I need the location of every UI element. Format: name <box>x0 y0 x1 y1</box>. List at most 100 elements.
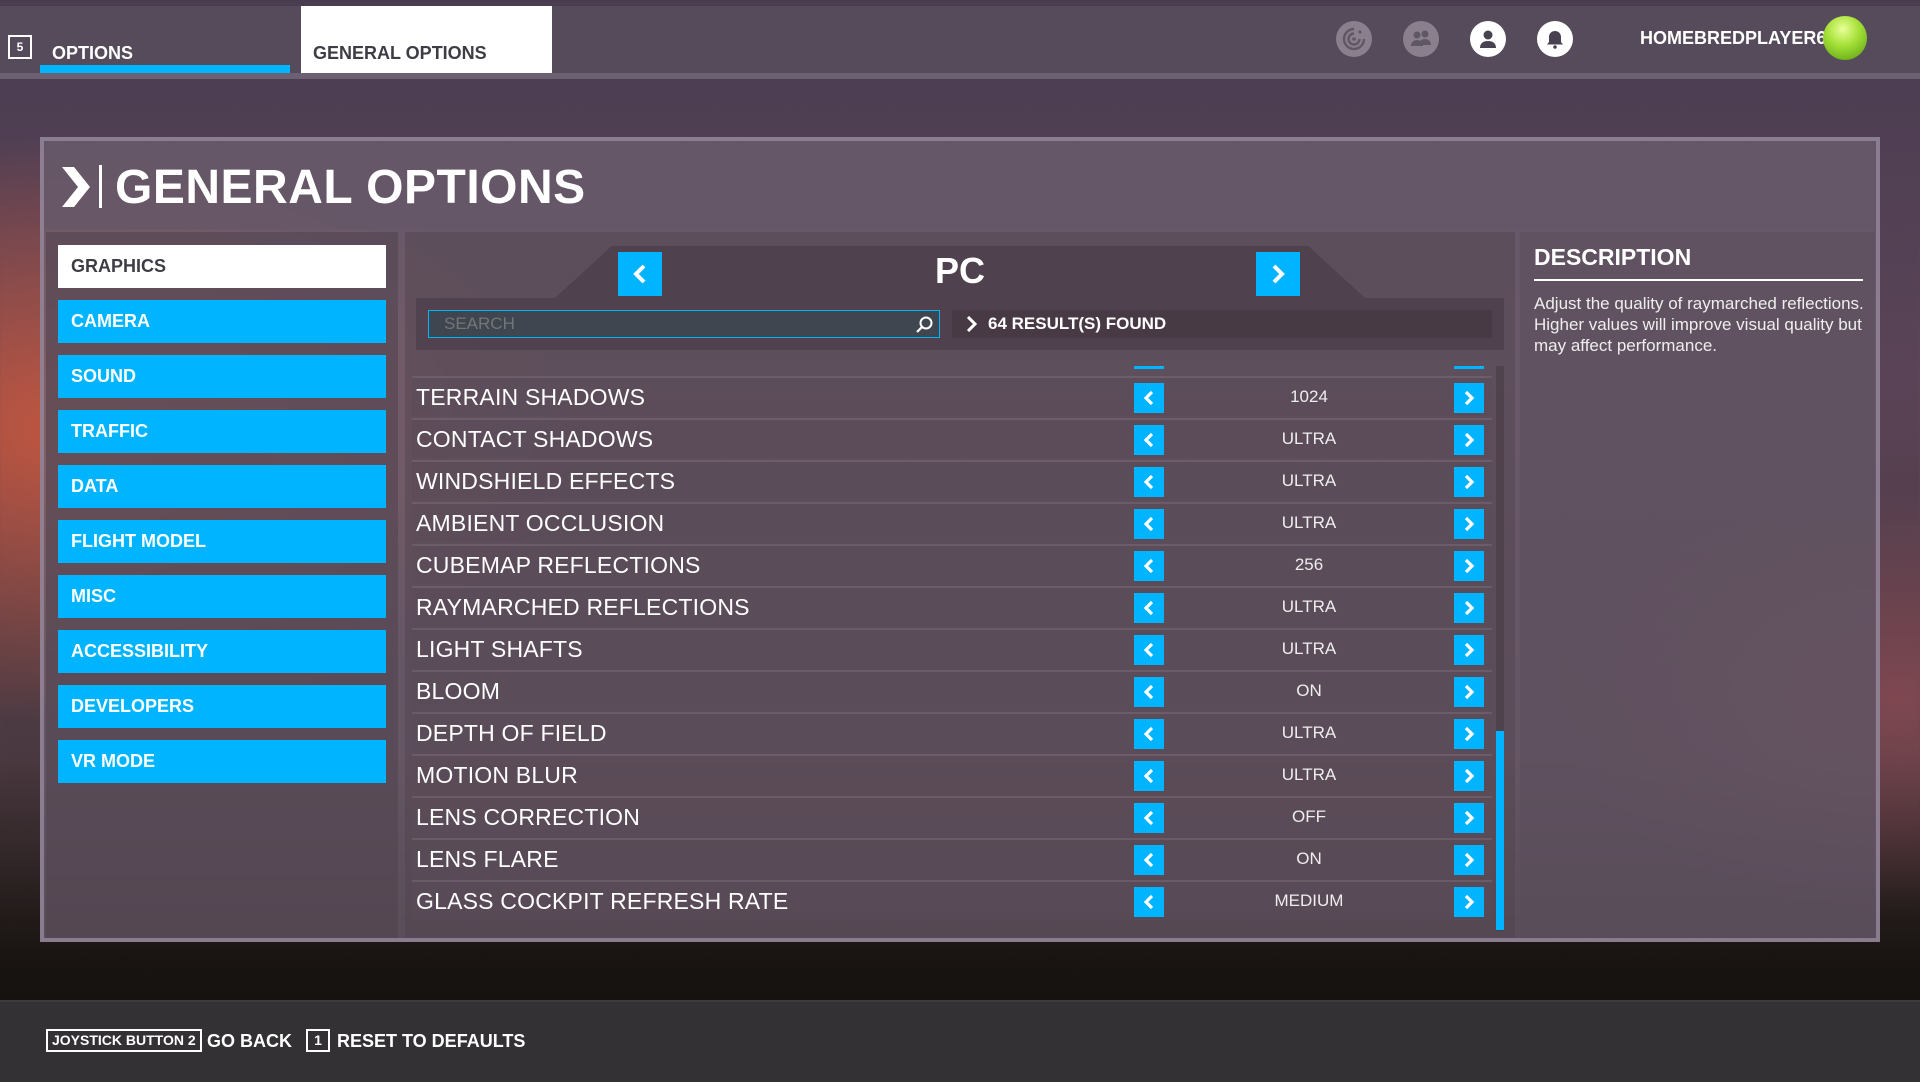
setting-increase-button[interactable] <box>1454 509 1484 539</box>
profile-icon[interactable] <box>1470 21 1506 57</box>
setting-increase-button[interactable] <box>1454 467 1484 497</box>
setting-row[interactable]: GLASS COCKPIT REFRESH RATE MEDIUM <box>412 880 1492 920</box>
results-count: 64 RESULT(S) FOUND <box>952 310 1492 338</box>
setting-label: RAYMARCHED REFLECTIONS <box>416 594 750 620</box>
sidebar-item-data[interactable]: DATA <box>58 465 386 508</box>
username[interactable]: HOMEBREDPLAYER6 <box>1640 28 1826 49</box>
tab-options[interactable]: OPTIONS <box>40 6 290 73</box>
title-chevron-icon <box>62 167 90 207</box>
sidebar-item-accessibility[interactable]: ACCESSIBILITY <box>58 630 386 673</box>
setting-row[interactable]: LENS CORRECTION OFF <box>412 796 1492 836</box>
description-title: DESCRIPTION <box>1534 244 1692 270</box>
setting-decrease-button[interactable] <box>1134 887 1164 917</box>
setting-value: MEDIUM <box>1274 891 1344 910</box>
preset-next-button[interactable] <box>1256 252 1300 296</box>
chevron-left-icon <box>633 264 646 284</box>
setting-label: CUBEMAP REFLECTIONS <box>416 552 701 578</box>
setting-label: AMBIENT OCCLUSION <box>416 510 665 536</box>
sidebar-item-camera[interactable]: CAMERA <box>58 300 386 343</box>
setting-decrease-button[interactable] <box>1134 803 1164 833</box>
chevron-left-icon <box>1143 390 1154 406</box>
setting-increase-button[interactable] <box>1454 719 1484 749</box>
setting-decrease-button[interactable] <box>1134 677 1164 707</box>
reset-to-defaults-button[interactable]: RESET TO DEFAULTS <box>337 1031 525 1052</box>
setting-increase-button[interactable] <box>1454 887 1484 917</box>
results-count-text: 64 RESULT(S) FOUND <box>988 314 1167 333</box>
setting-row[interactable]: BLOOM ON <box>412 670 1492 710</box>
setting-increase-button[interactable] <box>1454 425 1484 455</box>
setting-value: OFF <box>1292 807 1326 826</box>
notifications-bell-icon[interactable] <box>1537 21 1573 57</box>
scrollbar-thumb[interactable] <box>1496 731 1504 930</box>
chevron-left-icon <box>1143 432 1154 448</box>
chevron-right-icon <box>1464 810 1475 826</box>
setting-row[interactable]: CONTACT SHADOWS ULTRA <box>412 418 1492 458</box>
description-body: Adjust the quality of raymarched reflect… <box>1534 294 1864 355</box>
setting-decrease-button[interactable] <box>1134 845 1164 875</box>
setting-decrease-button[interactable] <box>1134 635 1164 665</box>
setting-label: MOTION BLUR <box>416 762 578 788</box>
setting-decrease-button[interactable] <box>1134 551 1164 581</box>
setting-decrease-button[interactable] <box>1134 719 1164 749</box>
setting-row[interactable]: TERRAIN SHADOWS 1024 <box>412 376 1492 416</box>
sidebar-item-traffic[interactable]: TRAFFIC <box>58 410 386 453</box>
list-top-indicator <box>1134 366 1164 369</box>
setting-increase-button[interactable] <box>1454 383 1484 413</box>
chevron-left-icon <box>1143 810 1154 826</box>
go-back-button[interactable]: GO BACK <box>207 1031 292 1052</box>
friends-icon[interactable] <box>1403 21 1439 57</box>
setting-value: ON <box>1296 849 1322 868</box>
setting-row[interactable]: WINDSHIELD EFFECTS ULTRA <box>412 460 1492 500</box>
setting-value: ULTRA <box>1281 471 1337 490</box>
chevron-left-icon <box>1143 768 1154 784</box>
setting-decrease-button[interactable] <box>1134 761 1164 791</box>
sidebar-item-sound[interactable]: SOUND <box>58 355 386 398</box>
setting-decrease-button[interactable] <box>1134 425 1164 455</box>
tab-underline <box>40 65 290 73</box>
setting-row[interactable]: MOTION BLUR ULTRA <box>412 754 1492 794</box>
chevron-left-icon <box>1143 516 1154 532</box>
tab-general-options[interactable]: GENERAL OPTIONS <box>301 6 552 73</box>
setting-value: ULTRA <box>1281 513 1337 532</box>
options-key-hint: 5 <box>8 35 32 59</box>
setting-row[interactable]: RAYMARCHED REFLECTIONS ULTRA <box>412 586 1492 626</box>
setting-row[interactable]: CUBEMAP REFLECTIONS 256 <box>412 544 1492 584</box>
setting-increase-button[interactable] <box>1454 761 1484 791</box>
sidebar-item-developers[interactable]: DEVELOPERS <box>58 685 386 728</box>
setting-decrease-button[interactable] <box>1134 383 1164 413</box>
reset-key-hint: 1 <box>306 1029 330 1052</box>
avatar[interactable] <box>1823 16 1867 60</box>
list-top-indicator <box>1454 366 1484 369</box>
search-input[interactable] <box>428 310 940 338</box>
chevron-right-icon <box>1464 516 1475 532</box>
setting-value: ON <box>1296 681 1322 700</box>
sidebar-item-flight-model[interactable]: FLIGHT MODEL <box>58 520 386 563</box>
description-divider <box>1534 279 1863 281</box>
setting-increase-button[interactable] <box>1454 677 1484 707</box>
setting-decrease-button[interactable] <box>1134 593 1164 623</box>
setting-increase-button[interactable] <box>1454 593 1484 623</box>
search-icon[interactable] <box>914 315 934 335</box>
chevron-left-icon <box>1143 474 1154 490</box>
setting-row[interactable]: LENS FLARE ON <box>412 838 1492 878</box>
setting-decrease-button[interactable] <box>1134 509 1164 539</box>
setting-row[interactable]: AMBIENT OCCLUSION ULTRA <box>412 502 1492 542</box>
sidebar-item-misc[interactable]: MISC <box>58 575 386 618</box>
setting-row[interactable]: DEPTH OF FIELD ULTRA <box>412 712 1492 752</box>
setting-increase-button[interactable] <box>1454 551 1484 581</box>
setting-value: 256 <box>1294 555 1324 574</box>
setting-label: BLOOM <box>416 678 501 704</box>
setting-label: LENS FLARE <box>416 846 559 872</box>
setting-increase-button[interactable] <box>1454 803 1484 833</box>
setting-decrease-button[interactable] <box>1134 467 1164 497</box>
sidebar-item-vr-mode[interactable]: VR MODE <box>58 740 386 783</box>
setting-value: ULTRA <box>1281 723 1337 742</box>
chevron-left-icon <box>1143 558 1154 574</box>
setting-increase-button[interactable] <box>1454 635 1484 665</box>
preset-prev-button[interactable] <box>618 252 662 296</box>
chevron-right-icon <box>1464 432 1475 448</box>
setting-increase-button[interactable] <box>1454 845 1484 875</box>
setting-row[interactable]: LIGHT SHAFTS ULTRA <box>412 628 1492 668</box>
sidebar-item-graphics[interactable]: GRAPHICS <box>58 245 386 288</box>
activity-radar-icon[interactable] <box>1336 21 1372 57</box>
